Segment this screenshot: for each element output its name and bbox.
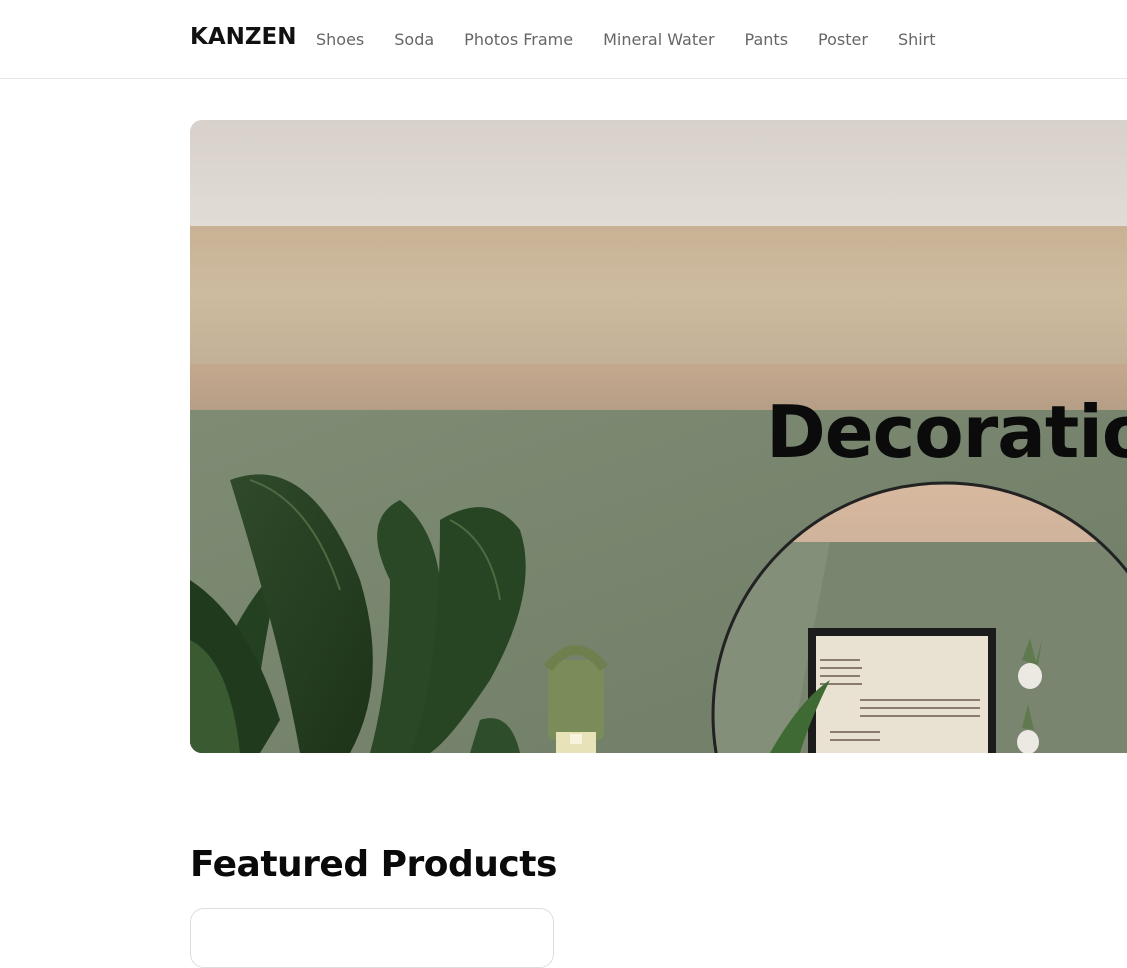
hero-banner[interactable]: Decoration [190,120,1127,753]
nav-links: Shoes Soda Photos Frame Mineral Water Pa… [316,30,936,49]
brand-logo[interactable]: KANZEN [190,24,297,50]
product-card[interactable] [190,908,554,968]
nav-link-photos-frame[interactable]: Photos Frame [464,30,573,49]
nav-link-soda[interactable]: Soda [394,30,434,49]
hero-title: Decoration [766,390,1127,474]
featured-products-title: Featured Products [190,844,557,885]
nav-link-poster[interactable]: Poster [818,30,868,49]
nav-link-shirt[interactable]: Shirt [898,30,936,49]
nav-link-pants[interactable]: Pants [745,30,788,49]
top-navbar: KANZEN Shoes Soda Photos Frame Mineral W… [0,0,1127,79]
nav-link-shoes[interactable]: Shoes [316,30,364,49]
nav-link-mineral-water[interactable]: Mineral Water [603,30,714,49]
